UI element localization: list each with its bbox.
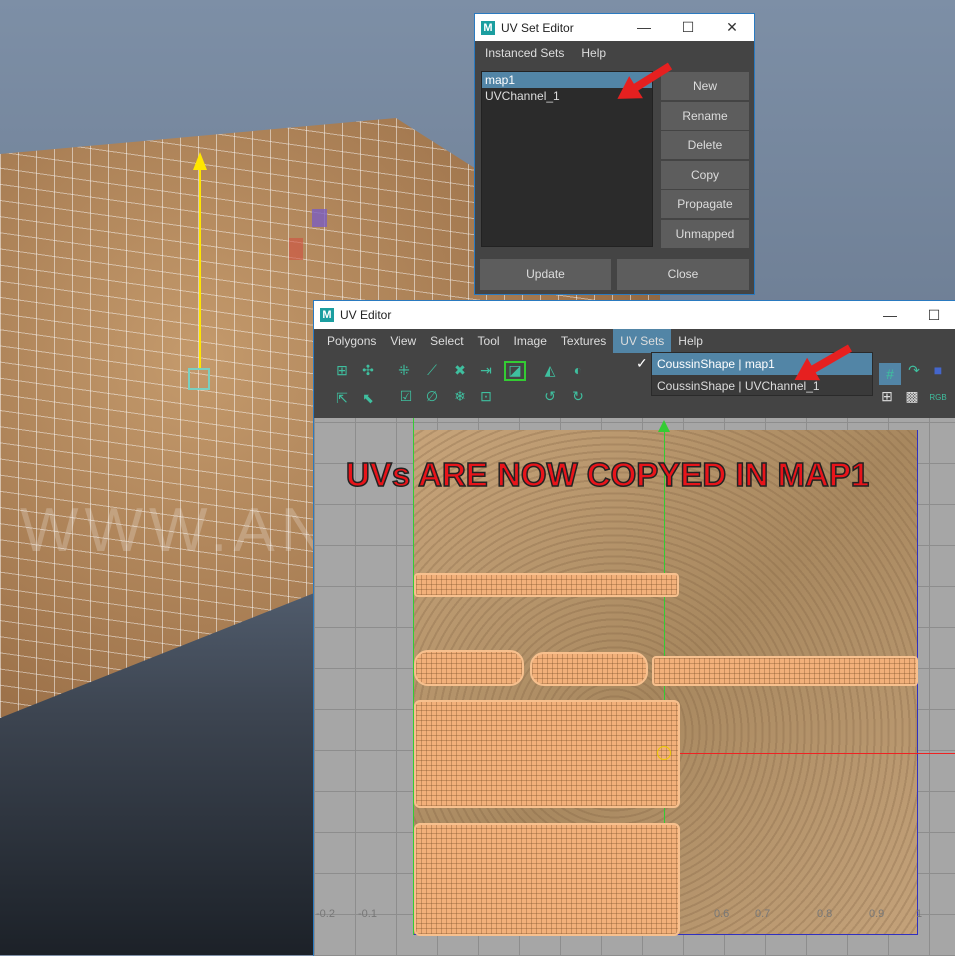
menu-polygons[interactable]: Polygons	[320, 329, 383, 353]
tick-label: 0.7	[755, 908, 771, 920]
menu-image[interactable]: Image	[507, 329, 554, 353]
dropdown-item-uvchannel-1[interactable]: CoussinShape | UVChannel_1	[652, 375, 872, 397]
sew-icon[interactable]: ✖	[452, 363, 468, 377]
manipulator-pivot[interactable]	[657, 746, 671, 760]
uv-shell[interactable]	[652, 656, 918, 686]
merge-icon[interactable]: ⇥	[478, 363, 494, 377]
uv-set-editor-window: M UV Set Editor — ☐ ✕ Instanced Sets Help …	[474, 13, 755, 295]
uv-shell[interactable]	[530, 652, 648, 686]
rgb-channel-button[interactable]: RGB	[927, 391, 949, 405]
maximize-button[interactable]: ☐	[912, 307, 955, 324]
uv-editor-window: M UV Editor — ☐ Polygons View Select Tool…	[313, 300, 955, 956]
expand-icon[interactable]: ✣	[360, 363, 376, 377]
title-bar: M UV Set Editor — ☐ ✕	[475, 14, 754, 41]
rotate-cw-icon[interactable]: ↻	[570, 389, 586, 403]
grid-snap-icon[interactable]: #	[879, 363, 901, 385]
propagate-button[interactable]: Propagate	[661, 190, 749, 218]
menu-view[interactable]: View	[383, 329, 423, 353]
uv-shell[interactable]	[414, 823, 680, 936]
grid-uv-icon[interactable]: ⊞	[334, 363, 350, 377]
move-gizmo-y-axis[interactable]	[193, 152, 207, 370]
delete-button[interactable]: Delete	[661, 131, 749, 159]
menu-bar: Polygons View Select Tool Image Textures…	[314, 329, 955, 353]
minimize-button[interactable]: —	[868, 307, 912, 324]
gizmo-plane-handle[interactable]	[289, 238, 303, 260]
maximize-button[interactable]: ☐	[666, 19, 710, 36]
tick-label: 0.9	[869, 908, 885, 920]
menu-tool[interactable]: Tool	[471, 329, 507, 353]
color-icon[interactable]: ■	[930, 363, 946, 377]
annotation-text: UVs ARE NOW COPYED IN MAP1	[345, 455, 870, 494]
manipulator-u-axis[interactable]	[664, 753, 955, 754]
flip-icon[interactable]: ◭	[542, 363, 558, 377]
gizmo-center[interactable]	[188, 368, 210, 390]
checkbox-icon[interactable]: ☑	[398, 389, 414, 403]
uv-viewport[interactable]: -0.2 -0.1 0.6 0.7 0.8 0.9 1	[314, 418, 955, 956]
gizmo-plane-handle[interactable]	[312, 209, 327, 227]
rename-button[interactable]: Rename	[661, 102, 749, 130]
close-window-button[interactable]: ✕	[710, 19, 754, 36]
layout-icon[interactable]: ⊡	[478, 389, 494, 403]
uv-shell[interactable]	[414, 650, 524, 686]
maya-logo-icon: M	[481, 20, 495, 35]
rotate-ccw-icon[interactable]: ↺	[542, 389, 558, 403]
update-button[interactable]: Update	[480, 259, 611, 290]
select-edge-icon[interactable]: ⇱	[334, 391, 350, 405]
menu-select[interactable]: Select	[423, 329, 470, 353]
magnet-icon[interactable]: ↷	[906, 363, 922, 377]
knife-icon[interactable]: ⟋	[424, 363, 440, 377]
maya-logo-icon: M	[320, 308, 334, 322]
title-bar: M UV Editor — ☐	[314, 301, 955, 329]
checker-icon[interactable]: ▩	[904, 389, 920, 403]
tick-label: 0.8	[817, 908, 833, 920]
copy-button[interactable]: Copy	[661, 161, 749, 189]
window-title: UV Editor	[340, 308, 392, 322]
new-button[interactable]: New	[661, 72, 749, 100]
menu-help[interactable]: Help	[571, 41, 613, 65]
snowflake-icon[interactable]: ❄	[452, 389, 468, 403]
uv-shell[interactable]	[414, 573, 679, 597]
uv-sets-dropdown: ✓ CoussinShape | map1 CoussinShape | UVC…	[636, 352, 873, 397]
menu-textures[interactable]: Textures	[554, 329, 613, 353]
grid-display-icon[interactable]: ⊞	[879, 389, 895, 403]
tick-label: 0.6	[714, 908, 730, 920]
close-button[interactable]: Close	[617, 259, 749, 290]
menu-help[interactable]: Help	[671, 329, 710, 353]
unmapped-button[interactable]: Unmapped	[661, 220, 749, 248]
manipulator-arrow[interactable]	[658, 420, 670, 432]
tick-label: -0.1	[358, 908, 377, 920]
check-icon: ✓	[636, 355, 648, 371]
unfold-icon[interactable]: ◪	[504, 361, 526, 381]
minimize-button[interactable]: —	[622, 19, 666, 36]
menu-uv-sets[interactable]: UV Sets	[613, 329, 672, 353]
uv-shell[interactable]	[414, 700, 680, 808]
cut-uv-icon[interactable]: ⁜	[396, 363, 412, 377]
window-title: UV Set Editor	[501, 20, 574, 35]
flip-horizontal-icon[interactable]: ◐	[570, 363, 586, 377]
select-shell-icon[interactable]: ⬉	[360, 391, 376, 405]
menu-bar: Instanced Sets Help	[475, 41, 754, 65]
tick-label: -0.2	[316, 908, 335, 920]
menu-instanced-sets[interactable]: Instanced Sets	[475, 41, 571, 65]
brush-icon[interactable]: ∅	[424, 389, 440, 403]
tick-label: 1	[916, 908, 923, 920]
